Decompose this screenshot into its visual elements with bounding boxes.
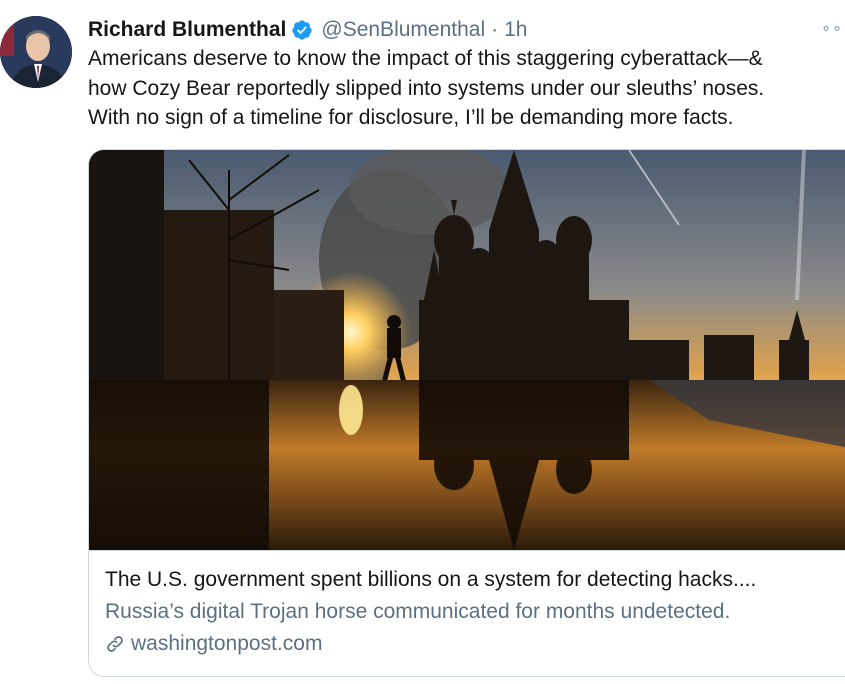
card-description: Russia’s digital Trojan horse communicat…	[105, 600, 731, 623]
tweet-text-line: how Cozy Bear reportedly slipped into sy…	[88, 76, 765, 100]
link-preview-card[interactable]: The U.S. government spent billions on a …	[88, 149, 845, 677]
avatar-image	[0, 16, 72, 88]
tweet-header: Richard Blumenthal @SenBlumenthal · 1h	[88, 16, 527, 44]
timestamp[interactable]: 1h	[504, 18, 527, 42]
card-domain-text: washingtonpost.com	[131, 632, 323, 655]
separator-dot: ·	[491, 18, 499, 41]
tweet-text-line: With no sign of a timeline for disclosur…	[88, 106, 734, 129]
tweet-text-line: Americans deserve to know the impact of …	[88, 47, 763, 70]
author-name[interactable]: Richard Blumenthal	[88, 18, 286, 42]
author-handle[interactable]: @SenBlumenthal	[321, 18, 485, 42]
tweet-text: Americans deserve to know the impact of …	[88, 44, 845, 133]
article-image	[89, 150, 845, 551]
avatar[interactable]	[0, 16, 72, 88]
card-domain[interactable]: washingtonpost.com	[105, 632, 322, 656]
card-title[interactable]: The U.S. government spent billions on a …	[105, 568, 756, 592]
more-options-icon[interactable]: ∘∘	[821, 18, 843, 38]
link-icon	[107, 636, 123, 652]
verified-badge-icon	[292, 20, 312, 40]
